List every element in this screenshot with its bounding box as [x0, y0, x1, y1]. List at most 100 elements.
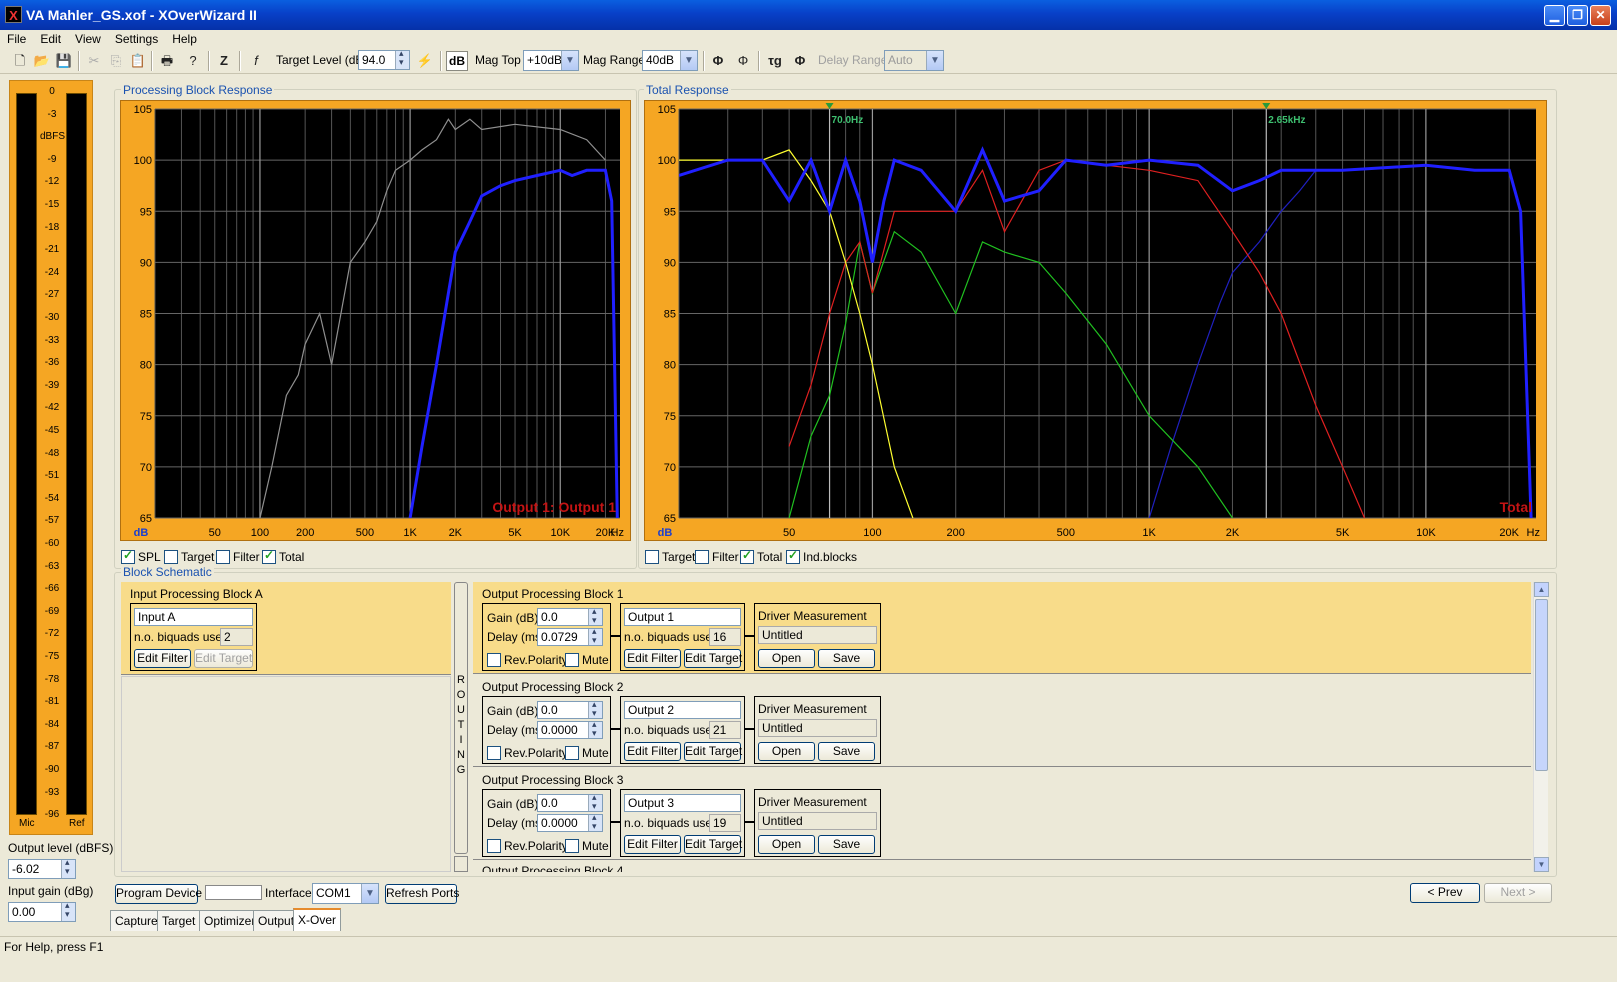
marker-triangle[interactable]	[1262, 103, 1271, 109]
processing-block-response-plot[interactable]: 105 100 95 90 85 80 75 70 65 50 100 200 500 1K 2K 5K 10K…	[121, 101, 632, 542]
rev-polarity-checkbox[interactable]: Rev.Polarity	[487, 653, 568, 667]
filter-checkbox-right[interactable]: Filter	[695, 550, 739, 564]
meter-tick-label: -33	[44, 334, 60, 346]
wrapped-phase-icon[interactable]: Φ	[733, 51, 753, 71]
menu-view[interactable]: View	[68, 30, 108, 46]
spl-checkbox[interactable]: SPL	[121, 548, 161, 564]
total-response-chart[interactable]: 105 100 95 90 85 80 75 70 65 50 100 200 500 1K 2K 5K 10K…	[644, 100, 1547, 541]
tab-x-over[interactable]: X-Over	[293, 908, 342, 931]
target-apply-icon[interactable]: ⚡	[415, 51, 435, 71]
delay-spinner[interactable]: 0.0000	[537, 719, 603, 739]
mute-checkbox[interactable]: Mute	[565, 653, 609, 667]
target-checkbox-left[interactable]: Target	[164, 550, 214, 564]
routing-button[interactable]: ROUTING	[454, 582, 468, 854]
minimize-button[interactable]: ▁	[1544, 5, 1565, 26]
x-tick-label: 200	[947, 527, 965, 539]
db-toggle-button[interactable]: dB	[446, 51, 468, 71]
phase-icon[interactable]: Φ	[708, 51, 728, 71]
output-level-spinner[interactable]: -6.02	[8, 857, 76, 879]
next-button[interactable]: Next >	[1484, 883, 1552, 903]
edit-target-button[interactable]: Edit Target	[684, 742, 742, 761]
interface-select[interactable]: COM1 ▼	[312, 883, 379, 904]
output-block-title: Output Processing Block 1	[482, 587, 624, 601]
tab-target[interactable]: Target	[157, 910, 201, 931]
cut-icon[interactable]: ✂	[84, 51, 104, 71]
refresh-ports-button[interactable]: Refresh Ports	[385, 884, 459, 904]
total-response-plot[interactable]: 105 100 95 90 85 80 75 70 65 50 100 200 500 1K 2K 5K 10K…	[645, 101, 1548, 542]
toolbar: 🗋 📂 💾 ✂ ⎘ 📋 🖶 ? Z f Target Level (dB) 94…	[0, 48, 1617, 74]
edit-filter-button[interactable]: Edit Filter	[624, 649, 681, 668]
scroll-thumb[interactable]	[1535, 599, 1548, 771]
save-disk-icon[interactable]: 💾	[54, 51, 74, 71]
target-level-spinner[interactable]: 94.0	[358, 48, 410, 70]
gain-label: Gain (dB)	[487, 611, 539, 625]
mag-range-select[interactable]: 40dB ▼	[642, 50, 698, 71]
total-checkbox-right[interactable]: Total	[740, 548, 782, 564]
program-device-button[interactable]: Program Device	[115, 884, 202, 904]
new-file-icon[interactable]: 🗋	[10, 51, 30, 71]
output-name-field[interactable]: Output 1	[624, 608, 741, 626]
filter-checkbox-left[interactable]: Filter	[216, 550, 260, 564]
processing-block-response-title: Processing Block Response	[121, 83, 275, 97]
marker-triangle[interactable]	[825, 103, 834, 109]
tab-optimizer[interactable]: Optimizer	[199, 910, 261, 931]
routing-grip[interactable]	[454, 856, 468, 872]
phase-delay-icon[interactable]: Φ	[790, 51, 810, 71]
total-checkbox-left[interactable]: Total	[262, 548, 304, 564]
menu-settings[interactable]: Settings	[108, 30, 165, 46]
gain-spinner[interactable]: 0.0	[537, 699, 603, 719]
output-name-field[interactable]: Output 3	[624, 794, 741, 812]
print-icon[interactable]: 🖶	[157, 51, 177, 71]
app-icon[interactable]: X	[5, 6, 22, 23]
mag-top-select[interactable]: +10dB ▼	[523, 50, 579, 71]
lock-function-icon[interactable]: f	[246, 51, 266, 71]
input-name-field[interactable]: Input A	[134, 608, 253, 626]
menu-file[interactable]: File	[0, 30, 33, 46]
paste-icon[interactable]: 📋	[128, 51, 148, 71]
input-edit-target-button[interactable]: Edit Target	[194, 649, 253, 668]
save-measurement-button[interactable]: Save	[818, 742, 875, 761]
delay-range-select[interactable]: Auto ▼	[884, 50, 944, 71]
mute-checkbox[interactable]: Mute	[565, 746, 609, 760]
menu-help[interactable]: Help	[165, 30, 204, 46]
group-delay-icon[interactable]: τg	[765, 51, 785, 71]
delay-spinner[interactable]: 0.0729	[537, 626, 603, 646]
mute-checkbox[interactable]: Mute	[565, 839, 609, 853]
maximize-button[interactable]: ❐	[1567, 5, 1588, 26]
scroll-down-icon[interactable]: ▼	[1534, 857, 1549, 872]
output-name-field[interactable]: Output 2	[624, 701, 741, 719]
processing-block-response-chart[interactable]: 105 100 95 90 85 80 75 70 65 50 100 200 500 1K 2K 5K 10K…	[120, 100, 631, 541]
x-tick-label: 50	[783, 527, 795, 539]
edit-target-button[interactable]: Edit Target	[684, 649, 742, 668]
scroll-up-icon[interactable]: ▲	[1534, 582, 1549, 597]
mag-top-value: +10dB	[527, 53, 563, 67]
zoom-icon[interactable]: Z	[214, 51, 234, 71]
save-measurement-button[interactable]: Save	[818, 649, 875, 668]
copy-icon[interactable]: ⎘	[106, 51, 126, 71]
input-edit-filter-button[interactable]: Edit Filter	[134, 649, 191, 668]
open-measurement-button[interactable]: Open	[758, 649, 815, 668]
schematic-scrollbar[interactable]: ▲ ▼	[1533, 582, 1549, 872]
save-measurement-button[interactable]: Save	[818, 835, 875, 854]
input-gain-spinner[interactable]: 0.00	[8, 900, 76, 922]
delay-spinner[interactable]: 0.0000	[537, 812, 603, 832]
open-folder-icon[interactable]: 📂	[32, 51, 52, 71]
open-measurement-button[interactable]: Open	[758, 835, 815, 854]
target-checkbox-right[interactable]: Target	[645, 550, 695, 564]
rev-polarity-checkbox[interactable]: Rev.Polarity	[487, 746, 568, 760]
edit-filter-button[interactable]: Edit Filter	[624, 835, 681, 854]
edit-filter-button[interactable]: Edit Filter	[624, 742, 681, 761]
close-button[interactable]: ✕	[1590, 5, 1611, 26]
ind-blocks-checkbox[interactable]: Ind.blocks	[786, 548, 857, 564]
help-pointer-icon[interactable]: ?	[183, 51, 203, 71]
driver-measurement-label: Driver Measurement	[758, 795, 867, 809]
x-tick-label: 100	[251, 527, 269, 539]
open-measurement-button[interactable]: Open	[758, 742, 815, 761]
tab-capture[interactable]: Capture	[110, 910, 163, 931]
menu-edit[interactable]: Edit	[33, 30, 68, 46]
rev-polarity-checkbox[interactable]: Rev.Polarity	[487, 839, 568, 853]
prev-button[interactable]: < Prev	[1410, 883, 1480, 903]
gain-spinner[interactable]: 0.0	[537, 606, 603, 626]
edit-target-button[interactable]: Edit Target	[684, 835, 742, 854]
gain-spinner[interactable]: 0.0	[537, 792, 603, 812]
